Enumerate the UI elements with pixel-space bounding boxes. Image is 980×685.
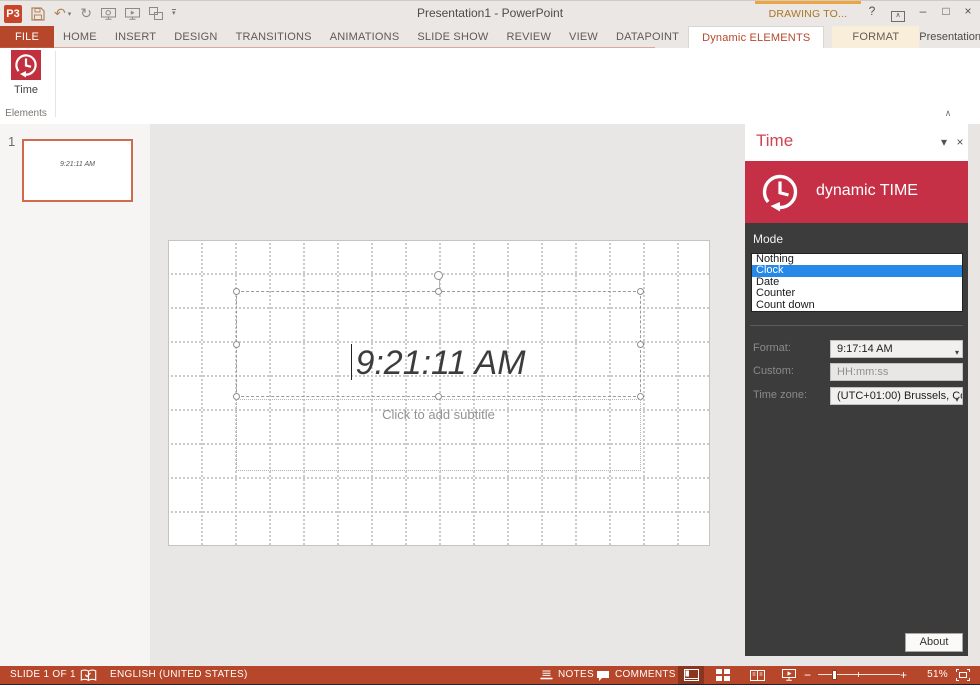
tab-slide-show[interactable]: SLIDE SHOW [408, 26, 497, 48]
contextual-tab-accent-bar [755, 1, 861, 4]
tab-insert[interactable]: INSERT [106, 26, 165, 48]
tab-view[interactable]: VIEW [560, 26, 607, 48]
time-button-label: Time [0, 84, 52, 96]
mode-option-count-down[interactable]: Count down [752, 300, 962, 311]
zoom-in-button[interactable]: + [900, 666, 907, 684]
tab-review[interactable]: REVIEW [497, 26, 560, 48]
tab-file[interactable]: FILE [0, 26, 54, 48]
slide-thumbnail-panel: 1 9:21:11 AM [0, 124, 151, 666]
task-pane-header: Time ▾ × [745, 124, 968, 161]
ribbon: Time Elements ∧ [0, 48, 980, 125]
tab-dynamic-elements[interactable]: Dynamic ELEMENTS [688, 26, 824, 48]
reading-view-icon [750, 670, 765, 681]
subtitle-placeholder[interactable]: Click to add subtitle [236, 399, 641, 471]
title-bar: P3 ↶▾ ↻ ▾ Presentation1 - PowerPoint DRA… [0, 1, 980, 26]
fit-to-window-icon [956, 669, 970, 681]
pane-menu-button[interactable]: ▾ [937, 135, 951, 149]
title-placeholder[interactable]: 9:21:11 AM [236, 291, 641, 397]
mode-option-counter[interactable]: Counter [752, 288, 962, 299]
contextual-tab-group-label: DRAWING TO... [757, 8, 859, 20]
resize-handle-top[interactable] [435, 288, 442, 295]
time-clock-icon [11, 50, 41, 80]
fit-slide-to-window-button[interactable] [950, 666, 976, 684]
group-divider [55, 51, 56, 117]
tab-transitions[interactable]: TRANSITIONS [227, 26, 321, 48]
zoom-percentage[interactable]: 51% [916, 666, 948, 684]
zoom-slider-thumb[interactable] [832, 670, 837, 680]
timezone-dropdown-chevron-icon: ▾ [955, 392, 959, 405]
resize-handle-top-left[interactable] [233, 288, 240, 295]
custom-label: Custom: [753, 365, 794, 377]
status-bar: SLIDE 1 OF 1 ENGLISH (UNITED STATES) NOT… [0, 666, 980, 684]
zoom-slider-track[interactable] [818, 674, 900, 675]
format-value: 9:17:14 AM [837, 343, 893, 355]
mode-option-clock[interactable]: Clock [752, 265, 962, 276]
about-button[interactable]: About [905, 633, 963, 652]
tab-home[interactable]: HOME [54, 26, 106, 48]
normal-view-button[interactable] [678, 666, 704, 684]
title-text[interactable]: 9:21:11 AM [237, 344, 640, 383]
ribbon-display-options-button[interactable]: ∧ [888, 6, 908, 22]
slide-sorter-icon [716, 669, 730, 681]
maximize-button[interactable]: □ [936, 4, 956, 18]
dynamic-time-banner: dynamic TIME [745, 161, 968, 223]
task-pane-title: Time [756, 131, 793, 151]
slide[interactable]: 9:21:11 AM Click to add subtitle [168, 240, 710, 546]
right-gutter [968, 124, 980, 666]
format-dropdown[interactable]: 9:17:14 AM ▾ [830, 340, 963, 358]
zoom-out-button[interactable]: − [804, 666, 811, 684]
timezone-label: Time zone: [753, 389, 807, 401]
slide-thumbnail[interactable]: 9:21:11 AM [22, 139, 133, 202]
rotation-handle[interactable] [434, 271, 443, 280]
slide-indicator[interactable]: SLIDE 1 OF 1 [10, 666, 76, 684]
thumbnail-title-text: 9:21:11 AM [24, 161, 131, 168]
timezone-dropdown[interactable]: (UTC+01:00) Brussels, Cop ▾ [830, 387, 963, 405]
mode-label: Mode [753, 232, 783, 246]
dynamic-time-logo-icon [757, 169, 803, 215]
comments-icon [596, 670, 610, 682]
timezone-value: (UTC+01:00) Brussels, Cop [837, 390, 963, 402]
reading-view-button[interactable] [744, 666, 770, 684]
collapse-ribbon-button[interactable]: ∧ [940, 108, 956, 119]
notes-icon [540, 670, 553, 680]
help-button[interactable]: ? [862, 4, 882, 18]
text-cursor [351, 344, 352, 380]
ribbon-tab-bar: FILE HOME INSERT DESIGN TRANSITIONS ANIM… [0, 26, 980, 48]
pane-divider [750, 325, 963, 326]
time-task-pane: Time ▾ × dynamic TIME Mode Nothing Clock… [745, 124, 968, 656]
title-time-value: 9:21:11 AM [355, 344, 525, 382]
close-button[interactable]: × [958, 4, 978, 18]
custom-format-input[interactable] [830, 363, 963, 381]
ribbon-display-icon: ∧ [891, 11, 905, 22]
format-dropdown-chevron-icon: ▾ [955, 345, 959, 358]
tab-format[interactable]: FORMAT [832, 26, 919, 48]
pane-close-button[interactable]: × [953, 135, 967, 149]
banner-text: dynamic TIME [816, 182, 918, 200]
normal-view-icon [684, 669, 699, 681]
zoom-slider-center-tick [858, 672, 859, 677]
minimize-button[interactable]: – [913, 4, 933, 18]
workspace: 1 9:21:11 AM 9:21 [0, 124, 980, 666]
tab-design[interactable]: DESIGN [165, 26, 226, 48]
mode-listbox: Nothing Clock Date Counter Count down [751, 253, 963, 312]
resize-handle-top-right[interactable] [637, 288, 644, 295]
editing-canvas: 9:21:11 AM Click to add subtitle [150, 124, 745, 666]
tab-datapoint[interactable]: DATAPOINT [607, 26, 688, 48]
format-label: Format: [753, 342, 791, 354]
subtitle-placeholder-text: Click to add subtitle [237, 407, 640, 422]
slide-sorter-view-button[interactable] [710, 666, 736, 684]
slideshow-view-icon [782, 669, 796, 681]
slide-number: 1 [8, 134, 15, 149]
elements-group-label: Elements [0, 108, 52, 119]
tab-animations[interactable]: ANIMATIONS [321, 26, 409, 48]
presentation-menu-label: Presentation... [919, 26, 980, 48]
slideshow-view-button[interactable] [776, 666, 802, 684]
notes-button[interactable]: NOTES [558, 666, 594, 684]
powerpoint-window: P3 ↶▾ ↻ ▾ Presentation1 - PowerPoint DRA… [0, 0, 980, 685]
time-button[interactable]: Time [0, 50, 52, 110]
language-label[interactable]: ENGLISH (UNITED STATES) [110, 666, 248, 684]
presentation-menu[interactable]: Presentation... ▾ [919, 26, 980, 48]
proofing-icon[interactable] [80, 669, 97, 682]
comments-button[interactable]: COMMENTS [615, 666, 676, 684]
